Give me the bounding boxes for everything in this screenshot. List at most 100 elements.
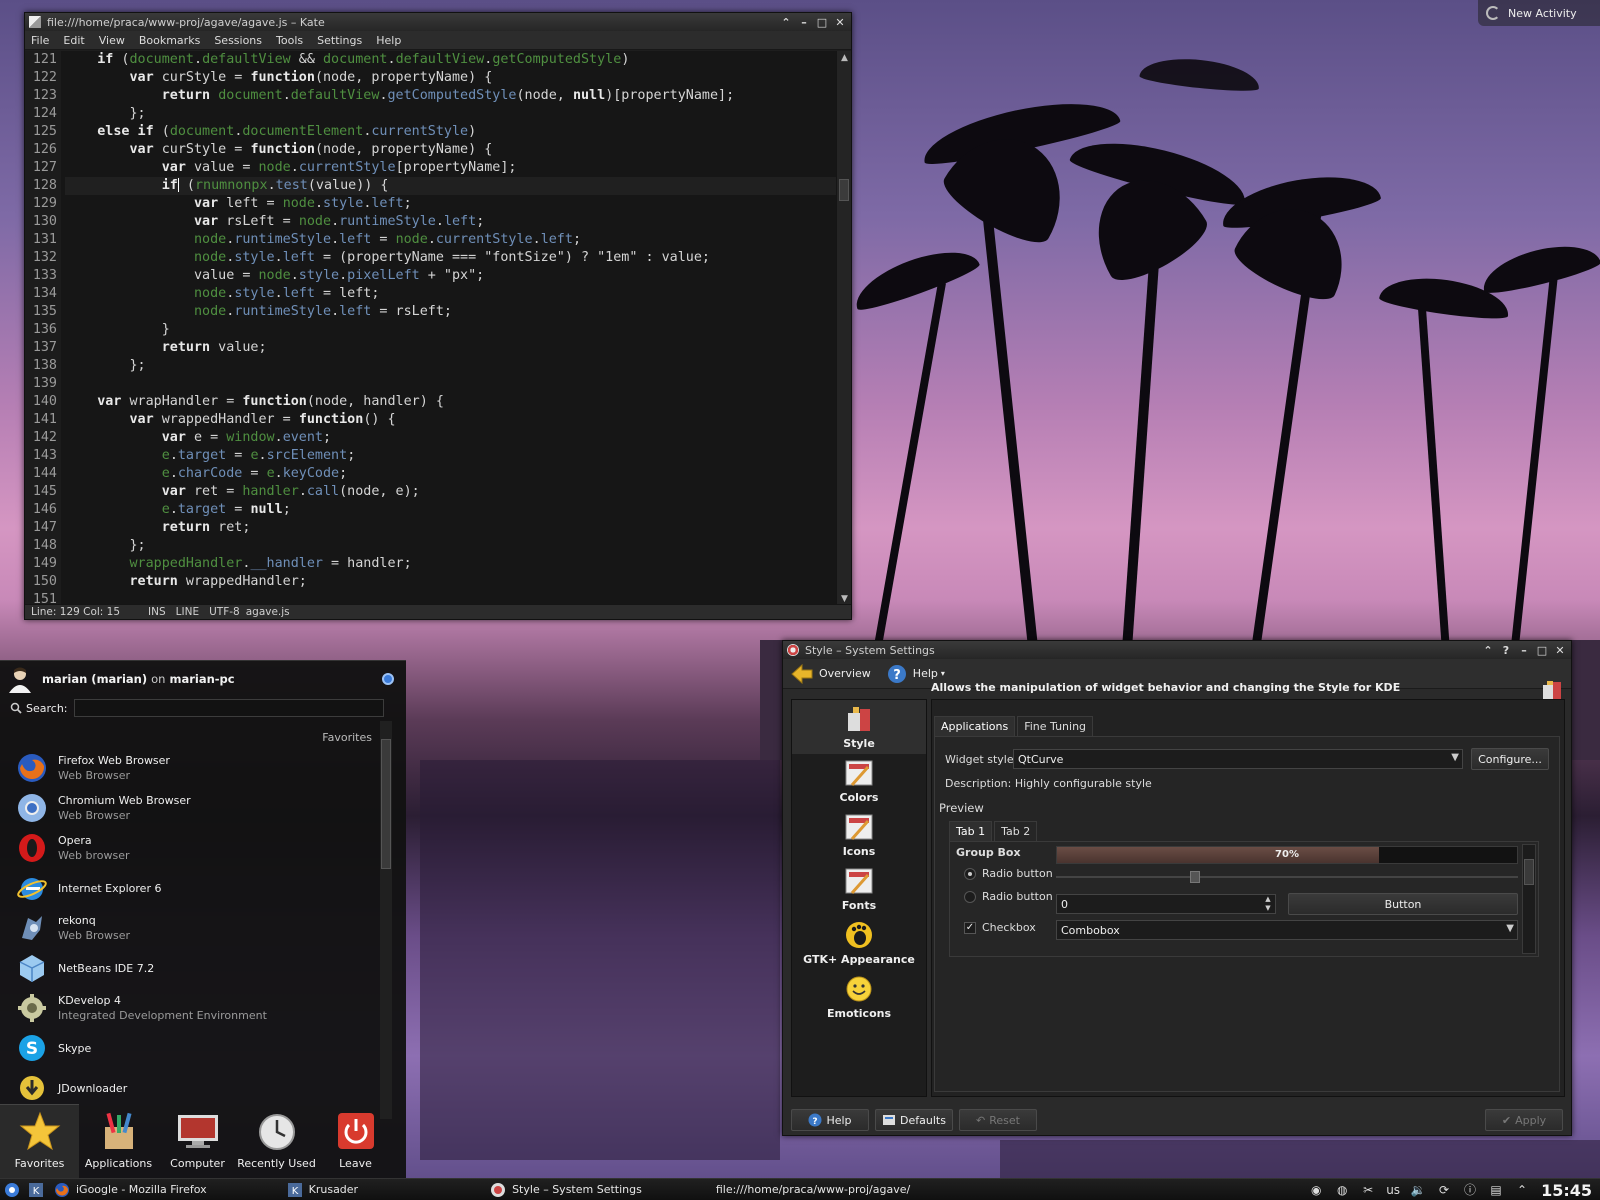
category-emoticons[interactable]: Emoticons xyxy=(792,970,926,1024)
device-notifier-icon[interactable]: ▤ xyxy=(1488,1182,1504,1198)
radio-button-1[interactable] xyxy=(964,868,976,880)
tray-expand-icon[interactable]: ⌃ xyxy=(1514,1182,1530,1198)
tab-leave[interactable]: Leave xyxy=(316,1104,395,1178)
selection-mode[interactable]: LINE xyxy=(176,606,199,618)
category-style[interactable]: Style xyxy=(792,700,926,754)
list-scrollbar[interactable] xyxy=(380,721,392,1119)
app-item-opera[interactable]: Opera Web browser xyxy=(0,828,380,868)
preview-scrollbar[interactable] xyxy=(1522,844,1536,954)
preview-combobox[interactable]: Combobox ▼ xyxy=(1056,920,1518,940)
minimize-button[interactable]: – xyxy=(1517,643,1531,657)
preview-button[interactable]: Button xyxy=(1288,893,1518,915)
tab-applications[interactable]: Applications xyxy=(79,1104,158,1178)
kickoff-menu-button[interactable] xyxy=(0,1179,24,1200)
code-line: var left = node.style.left; xyxy=(194,196,412,211)
preview-tab-2[interactable]: Tab 2 xyxy=(994,821,1038,841)
app-item-skype[interactable]: S Skype xyxy=(0,1028,380,1068)
menu-tools[interactable]: Tools xyxy=(276,34,303,47)
defaults-button[interactable]: Defaults xyxy=(875,1109,953,1131)
app-item-rekonq[interactable]: rekonq Web Browser xyxy=(0,908,380,948)
spin-down-icon[interactable]: ▼ xyxy=(1262,904,1274,913)
code-line: var curStyle = function(node, propertyNa… xyxy=(129,142,493,157)
category-colors[interactable]: Colors xyxy=(792,754,926,808)
app-item-netbeans[interactable]: NetBeans IDE 7.2 xyxy=(0,948,380,988)
encoding[interactable]: UTF-8 xyxy=(209,606,240,618)
launcher-config-icon[interactable] xyxy=(382,673,394,685)
volume-icon[interactable]: 🔉 xyxy=(1410,1182,1426,1198)
app-item-kdevelop[interactable]: KDevelop 4 Integrated Development Environ… xyxy=(0,988,380,1028)
keep-above-button[interactable]: ⌃ xyxy=(1481,643,1495,657)
krusader-launcher[interactable]: K xyxy=(24,1179,48,1200)
task-krusader[interactable]: K Krusader xyxy=(281,1179,364,1200)
keep-above-button[interactable]: ⌃ xyxy=(779,15,793,29)
task-firefox[interactable]: iGoogle - Mozilla Firefox xyxy=(48,1179,213,1200)
scroll-up-arrow-icon[interactable]: ▲ xyxy=(837,51,852,65)
overview-button[interactable]: Overview xyxy=(791,663,871,684)
settings-titlebar[interactable]: Style – System Settings ⌃ ? – □ ✕ xyxy=(783,641,1571,659)
scrollbar-thumb[interactable] xyxy=(1524,859,1534,885)
spin-up-icon[interactable]: ▲ xyxy=(1262,895,1274,904)
search-input[interactable] xyxy=(73,699,384,717)
app-description: Web Browser xyxy=(58,929,131,942)
keyboard-layout-indicator[interactable]: us xyxy=(1386,1182,1400,1198)
tab-computer[interactable]: Computer xyxy=(158,1104,237,1178)
reset-button[interactable]: ↶ Reset xyxy=(959,1109,1037,1131)
help-button[interactable]: ? Help xyxy=(791,1109,869,1131)
chat-icon[interactable]: ◍ xyxy=(1334,1182,1350,1198)
vertical-scrollbar[interactable]: ▲ ▼ xyxy=(836,51,851,606)
task-kate[interactable]: file:///home/praca/www-proj/agave/ xyxy=(704,1179,914,1200)
app-item-firefox[interactable]: Firefox Web Browser Web Browser xyxy=(0,748,380,788)
code-line-current: if (rnumnonpx.test(value)) { xyxy=(65,177,837,195)
minimize-button[interactable]: – xyxy=(797,15,811,29)
spinbox[interactable]: 0 ▲ ▼ xyxy=(1056,894,1276,914)
category-sidebar: Style Colors Icons Fonts GTK+ Appearance… xyxy=(791,699,927,1097)
configure-button[interactable]: Configure... xyxy=(1471,748,1549,770)
notifications-icon[interactable]: ⓘ xyxy=(1462,1182,1478,1198)
context-help-button[interactable]: ? xyxy=(1499,643,1513,657)
slider-handle[interactable] xyxy=(1189,871,1200,883)
checkbox[interactable]: ✓ xyxy=(964,922,976,934)
preview-tab-1[interactable]: Tab 1 xyxy=(949,821,993,841)
code-editor[interactable]: 121 122 123 124 125 126 127 128 129 130 131 132 133 1… xyxy=(25,51,837,606)
host-name: marian-pc xyxy=(169,672,235,686)
tab-recently-used[interactable]: Recently Used xyxy=(237,1104,316,1178)
category-icons[interactable]: Icons xyxy=(792,808,926,862)
tab-favorites[interactable]: Favorites xyxy=(0,1104,79,1178)
code-area[interactable]: if (document.defaultView && document.def… xyxy=(65,51,837,606)
kate-titlebar[interactable]: file:///home/praca/www-proj/agave/agave.… xyxy=(25,13,851,31)
close-button[interactable]: ✕ xyxy=(833,15,847,29)
scrollbar-thumb[interactable] xyxy=(381,739,391,869)
tab-fine-tuning[interactable]: Fine Tuning xyxy=(1017,716,1094,736)
clock[interactable]: 15:45 xyxy=(1541,1181,1592,1200)
app-item-internet-explorer[interactable]: Internet Explorer 6 xyxy=(0,868,380,908)
menu-view[interactable]: View xyxy=(99,34,125,47)
scrollbar-thumb[interactable] xyxy=(839,179,849,201)
update-icon[interactable]: ⟳ xyxy=(1436,1182,1452,1198)
menu-settings[interactable]: Settings xyxy=(317,34,362,47)
code-line: }; xyxy=(65,538,146,553)
tab-label: Recently Used xyxy=(237,1157,316,1170)
app-item-chromium[interactable]: Chromium Web Browser Web Browser xyxy=(0,788,380,828)
menu-sessions[interactable]: Sessions xyxy=(214,34,262,47)
menu-bookmarks[interactable]: Bookmarks xyxy=(139,34,200,47)
task-system-settings[interactable]: Style – System Settings xyxy=(484,1179,648,1200)
menu-help[interactable]: Help xyxy=(376,34,401,47)
network-icon[interactable]: ◉ xyxy=(1308,1182,1324,1198)
maximize-button[interactable]: □ xyxy=(1535,643,1549,657)
tab-applications[interactable]: Applications xyxy=(934,716,1016,736)
apply-button[interactable]: ✔ Apply xyxy=(1485,1109,1563,1131)
app-item-jdownloader[interactable]: JDownloader xyxy=(0,1068,380,1108)
radio-button-2[interactable] xyxy=(964,891,976,903)
insert-mode[interactable]: INS xyxy=(148,606,166,618)
close-button[interactable]: ✕ xyxy=(1553,643,1567,657)
menu-file[interactable]: File xyxy=(31,34,49,47)
category-fonts[interactable]: Fonts xyxy=(792,862,926,916)
slider[interactable] xyxy=(1056,870,1518,884)
widget-style-select[interactable]: QtCurve ▼ xyxy=(1013,749,1463,769)
maximize-button[interactable]: □ xyxy=(815,15,829,29)
category-gtk-appearance[interactable]: GTK+ Appearance xyxy=(792,916,926,970)
code-line: e.target = e.srcElement; xyxy=(161,448,356,463)
menu-edit[interactable]: Edit xyxy=(63,34,84,47)
new-activity-button[interactable]: New Activity xyxy=(1478,0,1600,26)
clipboard-scissors-icon[interactable]: ✂ xyxy=(1360,1182,1376,1198)
